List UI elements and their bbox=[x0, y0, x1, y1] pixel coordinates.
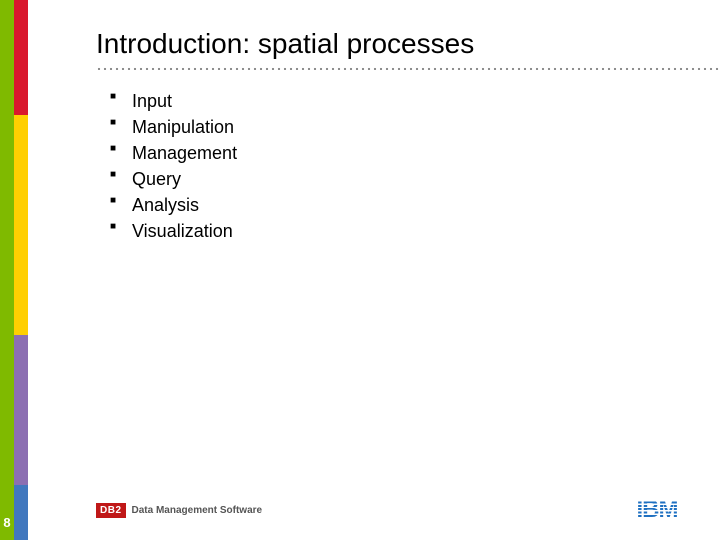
side-stripe-purple bbox=[14, 335, 28, 485]
list-item: Visualization bbox=[110, 218, 700, 244]
slide-content: Introduction: spatial processes Input Ma… bbox=[96, 28, 700, 245]
side-stripe-red bbox=[14, 0, 28, 115]
product-name: Data Management Software bbox=[132, 505, 263, 516]
page-title: Introduction: spatial processes bbox=[96, 28, 700, 60]
list-item: Manipulation bbox=[110, 114, 700, 140]
side-stripe-blue bbox=[14, 485, 28, 540]
list-item: Management bbox=[110, 140, 700, 166]
list-item: Input bbox=[110, 88, 700, 114]
list-item-label: Input bbox=[132, 91, 172, 111]
footer-product: DB2 Data Management Software bbox=[96, 503, 262, 518]
list-item-label: Manipulation bbox=[132, 117, 234, 137]
side-stripe-yellow bbox=[14, 115, 28, 335]
list-item-label: Analysis bbox=[132, 195, 199, 215]
list-item-label: Query bbox=[132, 169, 181, 189]
page-number: 8 bbox=[0, 515, 14, 530]
list-item-label: Management bbox=[132, 143, 237, 163]
db2-badge: DB2 bbox=[96, 503, 126, 518]
list-item-label: Visualization bbox=[132, 221, 233, 241]
ibm-logo-text: IBM bbox=[626, 498, 688, 522]
bullet-list: Input Manipulation Management Query Anal… bbox=[110, 88, 700, 245]
side-stripe-green bbox=[0, 0, 14, 540]
list-item: Analysis bbox=[110, 192, 700, 218]
ibm-logo: IBM bbox=[626, 498, 688, 522]
title-underline-dots bbox=[96, 64, 720, 70]
list-item: Query bbox=[110, 166, 700, 192]
